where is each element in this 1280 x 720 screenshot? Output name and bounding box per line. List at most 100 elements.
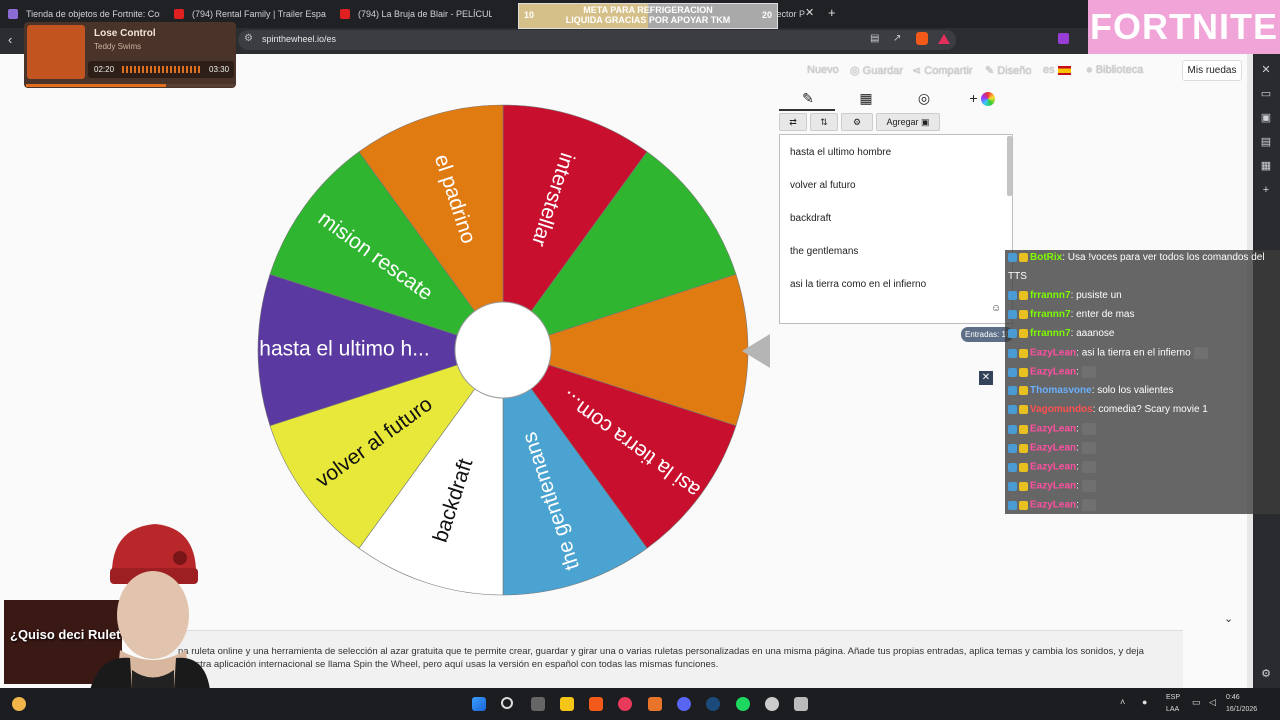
spotify-icon[interactable] [736, 697, 750, 711]
chat-username[interactable]: BotRix [1030, 252, 1062, 263]
chat-badge-icon [1008, 481, 1017, 491]
brave-shield-icon[interactable] [916, 32, 928, 45]
obs-icon[interactable] [765, 697, 779, 711]
layout-indicator: LAA [1166, 706, 1180, 713]
browser-tab[interactable]: (794) La Bruja de Blair - PELÍCULA DE [332, 4, 492, 24]
app-icon[interactable] [794, 697, 808, 711]
chat-username[interactable]: Vagomundos [1030, 404, 1093, 415]
shuffle-button[interactable]: ⇄ [779, 113, 807, 131]
entries-textarea[interactable]: hasta el ultimo hombre volver al futuro … [779, 134, 1013, 324]
close-icon[interactable]: ✕ [1259, 64, 1273, 76]
chat-username[interactable]: frrannn7 [1030, 328, 1071, 339]
volume-icon[interactable]: ◁ [1209, 697, 1216, 708]
edit-tab-eye-off-icon[interactable]: ◎ [895, 86, 953, 112]
chat-message: BotRix: Usa !voces para ver todos los co… [1008, 252, 1265, 263]
settings-button[interactable]: ⚙ [841, 113, 873, 131]
chat-message: frrannn7: aaanose [1008, 328, 1115, 339]
wallet-icon[interactable]: ▣ [1259, 112, 1273, 124]
chat-text: : [1076, 423, 1079, 435]
wheel-segment-label: hasta el ultimo h... [259, 338, 429, 361]
chat-username[interactable]: frrannn7 [1030, 309, 1071, 320]
chat-message: EazyLean: [1008, 423, 1099, 435]
bookmarks-icon[interactable]: ▤ [1259, 136, 1273, 148]
brave-rewards-icon[interactable] [938, 34, 950, 44]
chat-username[interactable]: EazyLean [1030, 367, 1076, 378]
chat-emoji-icon [1019, 404, 1028, 414]
url-field[interactable] [238, 30, 956, 50]
file-explorer-icon[interactable] [560, 697, 574, 711]
nav-compartir[interactable]: ⋖ Compartir [912, 64, 973, 77]
sort-button[interactable]: ⇅ [810, 113, 838, 131]
add-color-icon[interactable]: + [953, 86, 1011, 112]
nav-diseno[interactable]: ✎ Diseño [985, 64, 1032, 77]
chat-icon[interactable]: ▭ [1259, 88, 1273, 100]
site-settings-icon[interactable]: ⚙ [244, 33, 253, 44]
steam-icon[interactable] [706, 697, 720, 711]
chat-username[interactable]: EazyLean [1030, 481, 1076, 492]
chat-username[interactable]: EazyLean [1030, 348, 1076, 359]
chat-username[interactable]: frrannn7 [1030, 290, 1071, 301]
task-view-icon[interactable] [531, 697, 545, 711]
reader-icon[interactable]: ▤ [870, 33, 879, 44]
spin-wheel[interactable]: interstellarasi la tierra com...the gent… [255, 102, 751, 598]
chat-text: : asi la tierra en el infierno [1076, 347, 1191, 359]
brush-icon: ✎ [985, 65, 998, 77]
share-icon[interactable]: ↗ [893, 33, 901, 44]
chat-text: : enter de mas [1070, 309, 1135, 320]
app-icon[interactable] [648, 697, 662, 711]
brave-browser-icon[interactable] [589, 697, 603, 711]
language-indicator[interactable]: ESP [1166, 694, 1180, 701]
description-text: na ruleta online y una herramienta de se… [178, 646, 1144, 670]
weather-icon[interactable] [12, 697, 26, 711]
chevron-down-icon[interactable]: ⌄ [1224, 612, 1233, 625]
chat-username[interactable]: EazyLean [1030, 424, 1076, 435]
mic-icon[interactable]: ● [1142, 697, 1147, 707]
chat-emote-icon [1081, 366, 1096, 378]
add-icon[interactable]: + [1259, 184, 1273, 196]
chat-username[interactable]: Thomasvone [1030, 385, 1092, 396]
tab-close-icon[interactable]: ✕ [805, 6, 814, 19]
emoji-icon[interactable]: ☺ [991, 303, 1001, 314]
chat-badge-icon [1008, 404, 1017, 414]
sort-icon: ⇅ [820, 117, 828, 127]
gear-icon[interactable]: ⚙ [1259, 668, 1273, 680]
wheel-center-hub[interactable] [454, 301, 552, 399]
windows-start-icon[interactable] [472, 697, 486, 711]
chat-emoji-icon [1019, 481, 1028, 491]
extension-icon[interactable] [1058, 33, 1069, 44]
search-icon[interactable] [501, 697, 513, 709]
reading-list-icon[interactable]: ▦ [1259, 160, 1273, 172]
browser-tab[interactable]: (794) Rental Family | Trailer Español S [166, 4, 326, 24]
chat-username[interactable]: EazyLean [1030, 462, 1076, 473]
chat-emoji-icon [1019, 290, 1028, 300]
nav-language[interactable]: es [1043, 64, 1071, 76]
clock-time[interactable]: 0:46 [1226, 694, 1240, 701]
back-icon[interactable]: ‹ [8, 32, 12, 47]
chat-emoji-icon [1019, 424, 1028, 434]
album-art [27, 25, 85, 79]
close-icon[interactable]: ✕ [979, 371, 993, 385]
add-image-button[interactable]: Agregar ▣ [876, 113, 940, 131]
nav-guardar[interactable]: ◎ Guardar [850, 64, 903, 77]
chat-emote-icon [1081, 423, 1096, 435]
goal-title: META PARA REFRIGERACION [583, 5, 713, 15]
wheel-pointer [742, 334, 770, 368]
media-player-icon[interactable] [618, 697, 632, 711]
chat-message: EazyLean: [1008, 461, 1099, 473]
entries-scrollbar[interactable] [1007, 136, 1012, 196]
discord-icon[interactable] [677, 697, 691, 711]
my-wheels-button[interactable]: Mis ruedas [1182, 60, 1242, 81]
edit-tab-clipboard-icon[interactable]: ▦ [837, 86, 895, 112]
chat-username[interactable]: EazyLean [1030, 500, 1076, 511]
chevron-up-icon[interactable]: ˄ [1120, 697, 1125, 707]
nav-biblioteca[interactable]: ● Biblioteca [1086, 64, 1143, 76]
chat-emoji-icon [1019, 385, 1028, 395]
new-tab-icon[interactable]: + [828, 5, 836, 20]
chat-badge-icon [1008, 462, 1017, 472]
network-icon[interactable]: ▭ [1192, 697, 1201, 708]
chat-username[interactable]: EazyLean [1030, 443, 1076, 454]
chat-text: : [1076, 442, 1079, 454]
chat-text: TTS [1008, 271, 1027, 282]
browser-tab[interactable]: Tienda de objetos de Fortnite: Conte [0, 4, 160, 24]
nav-nuevo[interactable]: Nuevo [807, 64, 839, 76]
